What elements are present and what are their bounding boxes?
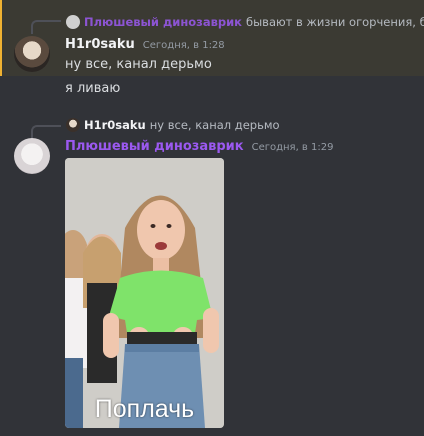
reply-preview[interactable]: Плюшевый динозаврик бывают в жизни огорч… bbox=[66, 15, 424, 29]
reply-connector bbox=[31, 20, 61, 34]
reply-connector bbox=[31, 125, 61, 138]
reply-preview[interactable]: H1r0saku ну все, канал дерьмо bbox=[66, 118, 280, 132]
message-header: H1r0saku Сегодня, в 1:28 bbox=[65, 37, 225, 52]
reply-author[interactable]: Плюшевый динозаврик bbox=[84, 15, 242, 29]
mention-highlight-bar bbox=[0, 0, 2, 76]
username[interactable]: H1r0saku bbox=[65, 37, 135, 52]
username[interactable]: Плюшевый динозаврик bbox=[65, 139, 244, 154]
reply-text: ну все, канал дерьмо bbox=[149, 118, 280, 132]
reply-author[interactable]: H1r0saku bbox=[84, 118, 146, 132]
message-text: ну все, канал дерьмо bbox=[65, 57, 212, 72]
message-header: Плюшевый динозаврик Сегодня, в 1:29 bbox=[65, 139, 333, 154]
message-1[interactable]: Плюшевый динозаврик бывают в жизни огорч… bbox=[0, 0, 424, 76]
video-caption: Поплачь bbox=[94, 395, 195, 423]
avatar[interactable] bbox=[14, 36, 50, 72]
timestamp[interactable]: Сегодня, в 1:28 bbox=[143, 40, 225, 51]
avatar[interactable] bbox=[14, 138, 50, 174]
timestamp[interactable]: Сегодня, в 1:29 bbox=[252, 142, 334, 153]
video-attachment[interactable]: Поплачь bbox=[65, 158, 224, 428]
reply-avatar bbox=[66, 15, 80, 29]
message-text: я ливаю bbox=[65, 81, 121, 96]
video-frame-illustration bbox=[65, 158, 224, 428]
reply-avatar bbox=[66, 118, 80, 132]
reply-text: бывают в жизни огорчения, бро bbox=[246, 15, 424, 29]
